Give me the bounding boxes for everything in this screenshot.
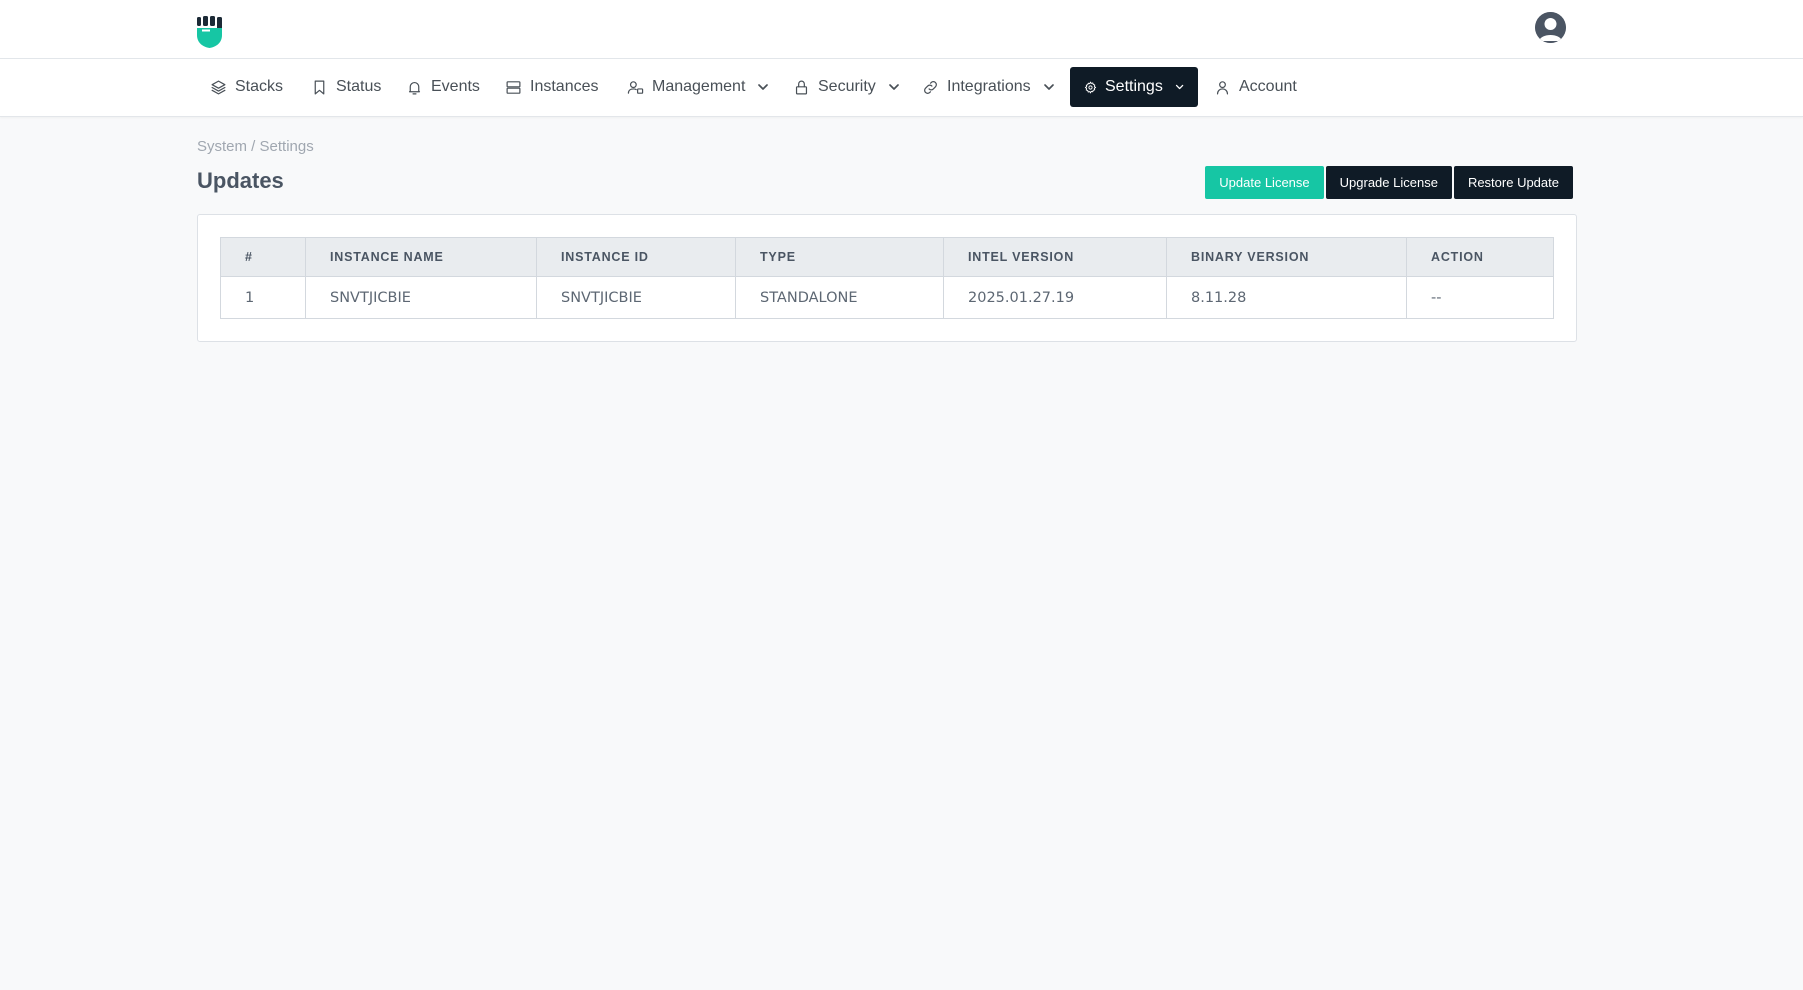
brand-logo-icon[interactable] [196, 15, 226, 49]
updates-card: # INSTANCE NAME INSTANCE ID TYPE INTEL V… [197, 214, 1577, 342]
user-icon [1216, 80, 1229, 94]
cell-intel-version: 2025.01.27.19 [943, 276, 1167, 319]
update-license-button[interactable]: Update License [1205, 166, 1324, 199]
table-row: 1 SNVTJICBIE SNVTJICBIE STANDALONE 2025.… [220, 276, 1554, 319]
nav-item-label: Stacks [235, 78, 284, 95]
cell-index: 1 [220, 276, 306, 319]
column-header-binary-version: BINARY VERSION [1166, 237, 1407, 277]
user-avatar[interactable] [1535, 12, 1566, 43]
nav-item-label: Instances [530, 78, 599, 95]
cell-instance-id: SNVTJICBIE [536, 276, 736, 319]
chevron-down-icon [758, 84, 769, 90]
nav-item-integrations[interactable]: Integrations [908, 67, 1069, 107]
restore-update-button[interactable]: Restore Update [1453, 166, 1573, 199]
cell-binary-version: 8.11.28 [1166, 276, 1407, 319]
top-bar [0, 0, 1803, 59]
nav-item-status[interactable]: Status [297, 67, 395, 107]
breadcrumb[interactable]: System / Settings [197, 138, 314, 155]
column-header-type: TYPE [735, 237, 944, 277]
column-header-instance-name: INSTANCE NAME [305, 237, 537, 277]
nav-item-instances[interactable]: Instances [491, 67, 612, 107]
column-header-action: ACTION [1406, 237, 1554, 277]
cell-action: -- [1406, 276, 1554, 319]
cell-instance-name: SNVTJICBIE [305, 276, 537, 319]
main-navigation: Stacks Status Events Instances Managemen… [0, 59, 1803, 117]
nav-item-label: Events [431, 78, 480, 95]
user-avatar-icon [1535, 12, 1566, 43]
column-header-index: # [220, 237, 306, 277]
column-header-instance-id: INSTANCE ID [536, 237, 736, 277]
nav-item-label: Integrations [947, 78, 1031, 95]
lock-icon [795, 80, 808, 94]
nav-item-management[interactable]: Management [613, 67, 783, 107]
nav-item-label: Status [336, 78, 382, 95]
upgrade-license-button[interactable]: Upgrade License [1325, 166, 1452, 199]
chevron-down-icon [1043, 84, 1054, 90]
header-actions: Update License Upgrade License Restore U… [1205, 166, 1573, 199]
chevron-down-icon [888, 84, 899, 90]
cell-type: STANDALONE [735, 276, 944, 319]
bell-icon [408, 81, 421, 94]
layers-icon [211, 80, 226, 94]
nav-item-settings[interactable]: Settings [1070, 67, 1198, 107]
bookmark-icon [314, 80, 325, 94]
user-settings-icon [627, 80, 644, 94]
page-title: Updates [197, 168, 284, 193]
nav-item-label: Settings [1105, 78, 1163, 95]
gear-icon [1084, 81, 1097, 93]
nav-item-label: Security [818, 78, 876, 95]
table-header-row: # INSTANCE NAME INSTANCE ID TYPE INTEL V… [220, 237, 1554, 277]
nav-item-label: Account [1239, 78, 1297, 95]
nav-item-events[interactable]: Events [392, 67, 494, 107]
nav-item-label: Management [652, 78, 746, 95]
server-icon [506, 80, 521, 94]
link-icon [924, 80, 937, 94]
nav-item-stacks[interactable]: Stacks [196, 67, 297, 107]
nav-item-security[interactable]: Security [779, 67, 914, 107]
updates-table: # INSTANCE NAME INSTANCE ID TYPE INTEL V… [220, 237, 1554, 319]
nav-item-account[interactable]: Account [1200, 67, 1311, 107]
chevron-down-icon [1175, 84, 1184, 90]
column-header-intel-version: INTEL VERSION [943, 237, 1167, 277]
